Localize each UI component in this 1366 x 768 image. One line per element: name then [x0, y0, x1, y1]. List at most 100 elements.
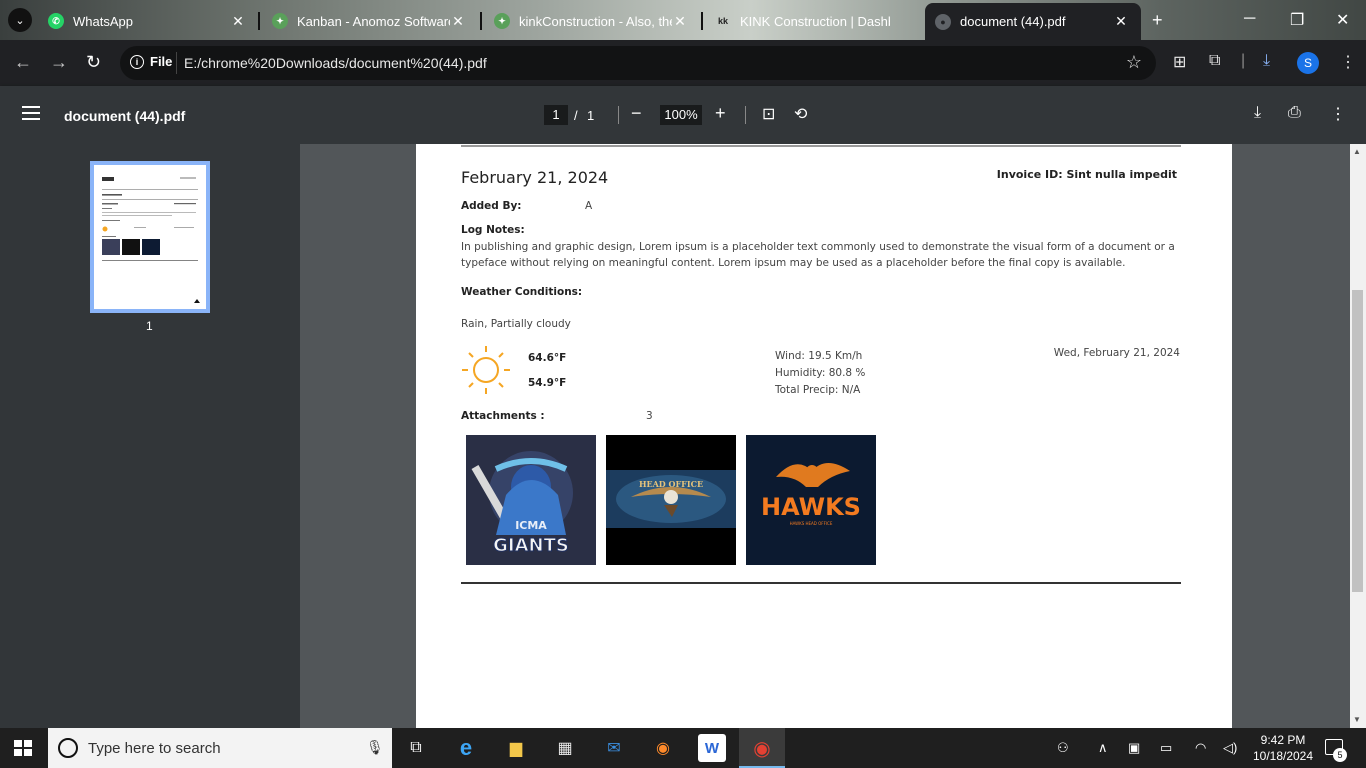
rotate-icon[interactable]: ⟲	[794, 104, 807, 124]
added-by-label: Added By:	[461, 200, 522, 212]
total-precip: Total Precip: N/A	[775, 384, 861, 396]
profile-avatar[interactable]: S	[1297, 52, 1319, 74]
invoice-id: Invoice ID: Sint nulla impedit	[996, 168, 1177, 181]
toolbar-divider	[745, 106, 746, 124]
forward-icon[interactable]: →	[50, 52, 68, 73]
more-options-icon[interactable]: ⋮	[1330, 104, 1346, 124]
volume-icon[interactable]: ◁)	[1223, 740, 1237, 756]
anomoz-icon: ✦	[494, 13, 510, 29]
translate-icon[interactable]: ⊞	[1173, 52, 1186, 72]
humidity: Humidity: 80.8 %	[775, 367, 866, 379]
chrome-icon[interactable]: ◉	[748, 734, 776, 762]
search-icon	[58, 738, 78, 758]
anomoz-icon: ✦	[272, 13, 288, 29]
windows-start-icon[interactable]	[14, 740, 32, 756]
notification-count-badge: 5	[1333, 748, 1347, 762]
bottom-divider	[461, 582, 1181, 584]
task-view-icon[interactable]: ⧉	[402, 734, 430, 762]
mail-icon[interactable]: ✉	[600, 734, 628, 762]
file-explorer-icon[interactable]: ▆	[502, 734, 530, 762]
hawks-logo-image: HAWKS HAWKS HEAD OFFICE	[746, 435, 876, 565]
head-office-text: HEAD OFFICE	[639, 479, 703, 489]
tab-kanban[interactable]: ✦ Kanban - Anomoz Softwares ✕	[262, 6, 478, 36]
page-separator: /	[574, 108, 578, 123]
scroll-up-icon[interactable]: ▲	[1353, 147, 1361, 156]
windows-taskbar: Type here to search 🎙 ⧉ e ▆ ▦ ✉ ◉ W ◉ ⚇ …	[0, 728, 1366, 768]
tab-document-pdf[interactable]: ● document (44).pdf ✕	[925, 3, 1141, 40]
tab-divider	[258, 12, 260, 30]
page-thumbnail[interactable]	[90, 161, 210, 313]
head-office-logo-image: HEAD OFFICE	[606, 435, 736, 565]
tab-search-button[interactable]: ⌄	[8, 8, 32, 32]
microsoft-store-icon[interactable]: ▦	[551, 734, 579, 762]
new-tab-button[interactable]: +	[1152, 10, 1163, 31]
taskbar-search-box[interactable]: Type here to search 🎙	[48, 728, 392, 768]
sun-icon	[462, 346, 510, 394]
log-notes-text: In publishing and graphic design, Lorem …	[461, 241, 1175, 269]
giants-text-giants: GIANTS	[493, 535, 569, 556]
microphone-icon[interactable]: 🎙	[366, 739, 384, 756]
tab-strip: ⌄ ✆ WhatsApp ✕ ✦ Kanban - Anomoz Softwar…	[0, 0, 1366, 40]
zoom-out-icon[interactable]: −	[631, 103, 642, 124]
tab-title: document (44).pdf	[960, 14, 1066, 29]
firefox-icon[interactable]: ◉	[649, 734, 677, 762]
minimize-icon[interactable]: ─	[1244, 10, 1255, 28]
close-tab-icon[interactable]: ✕	[450, 13, 466, 30]
url-text[interactable]: E:/chrome%20Downloads/document%20(44).pd…	[184, 55, 487, 71]
reload-icon[interactable]: ↻	[86, 52, 101, 73]
weather-date: Wed, February 21, 2024	[1053, 347, 1180, 359]
edge-icon[interactable]: e	[452, 734, 480, 762]
attachments-label: Attachments :	[461, 410, 545, 422]
tab-title: WhatsApp	[73, 13, 133, 29]
tab-kinkconstruction[interactable]: ✦ kinkConstruction - Also, the ✕	[484, 6, 700, 36]
close-tab-icon[interactable]: ✕	[230, 13, 246, 30]
address-bar[interactable]: i File E:/chrome%20Downloads/document%20…	[120, 46, 1156, 80]
close-tab-icon[interactable]: ✕	[672, 13, 688, 30]
pdf-page: February 21, 2024 Invoice ID: Sint nulla…	[416, 144, 1232, 728]
bookmark-star-icon[interactable]: ☆	[1126, 52, 1142, 73]
tab-whatsapp[interactable]: ✆ WhatsApp ✕	[38, 6, 258, 36]
taskbar-clock[interactable]: 9:42 PM 10/18/2024	[1248, 732, 1318, 764]
attachment-head-office-logo[interactable]: HEAD OFFICE	[606, 435, 736, 565]
meet-now-icon[interactable]: ▣	[1128, 740, 1140, 756]
download-icon[interactable]: ⤓	[1263, 52, 1270, 70]
omnibox-divider	[176, 52, 177, 74]
log-notes-label: Log Notes:	[461, 224, 525, 236]
wind-speed: Wind: 19.5 Km/h	[775, 350, 863, 362]
scroll-thumb[interactable]	[1352, 290, 1363, 592]
kebab-menu-icon[interactable]: ⋮	[1340, 52, 1356, 72]
vertical-scrollbar[interactable]: ▲ ▼	[1350, 144, 1366, 728]
thumbnail-preview	[102, 177, 200, 303]
total-pages: 1	[587, 108, 595, 123]
thumbnail-sidebar: 1	[0, 144, 300, 728]
close-window-icon[interactable]: ✕	[1336, 10, 1349, 30]
page-number-input[interactable]: 1	[544, 105, 568, 125]
people-icon[interactable]: ⚇	[1057, 740, 1069, 756]
back-icon[interactable]: ←	[14, 52, 32, 73]
added-by-value: A	[585, 200, 593, 212]
tab-title: kinkConstruction - Also, the	[519, 13, 672, 29]
zoom-input[interactable]: 100%	[660, 105, 702, 125]
tab-kink-dashboard[interactable]: kk KINK Construction | Dashbo	[705, 6, 890, 36]
wifi-icon[interactable]: ◠	[1195, 740, 1206, 756]
wps-office-icon[interactable]: W	[698, 734, 726, 762]
maximize-icon[interactable]: ❐	[1290, 10, 1304, 30]
top-divider	[461, 145, 1181, 147]
tab-title: KINK Construction | Dashbo	[740, 13, 890, 29]
show-hidden-icons[interactable]: ∧	[1098, 740, 1108, 756]
print-icon[interactable]: ⎙	[1288, 104, 1301, 122]
scroll-down-icon[interactable]: ▼	[1353, 715, 1361, 724]
zoom-in-icon[interactable]: +	[715, 103, 726, 124]
menu-icon[interactable]	[22, 106, 40, 120]
extensions-icon[interactable]: ⧉	[1209, 52, 1220, 70]
tab-divider	[701, 12, 703, 30]
fit-to-page-icon[interactable]: ⊡	[762, 104, 775, 124]
download-icon[interactable]: ⤓	[1254, 104, 1261, 122]
close-tab-icon[interactable]: ✕	[1113, 13, 1129, 30]
battery-icon[interactable]: ▭	[1160, 740, 1172, 756]
attachment-giants-logo[interactable]: ICMA GIANTS	[466, 435, 596, 565]
pdf-canvas[interactable]: February 21, 2024 Invoice ID: Sint nulla…	[300, 144, 1350, 728]
attachment-hawks-logo[interactable]: HAWKS HAWKS HEAD OFFICE	[746, 435, 876, 565]
site-info-button[interactable]: i File	[130, 54, 172, 69]
whatsapp-icon: ✆	[48, 13, 64, 29]
